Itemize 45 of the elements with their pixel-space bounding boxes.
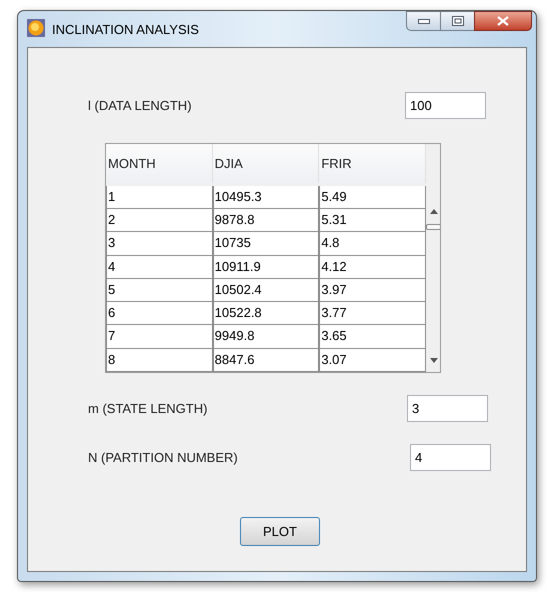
table-cell: 8 — [106, 348, 213, 372]
table-cell: 10911.9 — [212, 256, 320, 279]
table-cell: 10502.4 — [212, 278, 320, 302]
table-cell: 3.65 — [319, 325, 426, 349]
table-cell: 5 — [106, 278, 213, 302]
table-cell: 4.8 — [319, 232, 426, 256]
maximize-icon — [452, 16, 464, 26]
maximize-button[interactable] — [441, 11, 474, 31]
minimize-icon — [418, 18, 430, 24]
table-cell: 9878.8 — [212, 208, 320, 232]
table-cell: 3.97 — [319, 278, 426, 302]
plot-button[interactable]: PLOT — [240, 517, 320, 546]
scroll-up-icon[interactable] — [430, 209, 438, 214]
table-cell: 3.77 — [319, 302, 426, 326]
close-button[interactable] — [474, 11, 532, 31]
table-cell: 8847.6 — [212, 348, 320, 372]
table-cell: 1 — [106, 186, 213, 209]
table-cell: 4 — [106, 256, 213, 279]
input-field[interactable]: 4 — [410, 444, 491, 471]
table-cell: 7 — [106, 325, 213, 349]
table-cell: 3 — [106, 232, 213, 256]
close-icon — [497, 16, 509, 26]
table-cell: 10522.8 — [212, 302, 320, 326]
table-cell: 2 — [106, 208, 213, 232]
field-label: m (STATE LENGTH) — [88, 400, 208, 418]
input-field[interactable]: 3 — [407, 395, 488, 422]
scroll-down-icon[interactable] — [430, 358, 438, 363]
app-icon — [27, 19, 45, 37]
minimize-button[interactable] — [406, 11, 441, 31]
input-field[interactable]: 100 — [405, 92, 486, 119]
table-cell: 10495.3 — [212, 186, 320, 209]
field-label: l (DATA LENGTH) — [88, 96, 193, 115]
table-cell: 4.12 — [319, 256, 426, 279]
window-title: INCLINATION ANALYSIS — [52, 21, 199, 39]
table-cell: 9949.8 — [212, 325, 320, 349]
table-cell: 5.31 — [319, 208, 426, 232]
column-header[interactable]: DJIA — [212, 144, 320, 183]
table-cell: 3.07 — [319, 348, 426, 372]
table-cell: 6 — [106, 302, 213, 326]
scroll-thumb[interactable] — [426, 224, 440, 230]
table-cell: 5.49 — [319, 186, 426, 209]
column-header[interactable]: MONTH — [106, 144, 213, 183]
field-label: N (PARTITION NUMBER) — [88, 448, 239, 467]
column-header[interactable]: FRIR — [319, 144, 426, 183]
table-cell: 10735 — [212, 232, 320, 256]
